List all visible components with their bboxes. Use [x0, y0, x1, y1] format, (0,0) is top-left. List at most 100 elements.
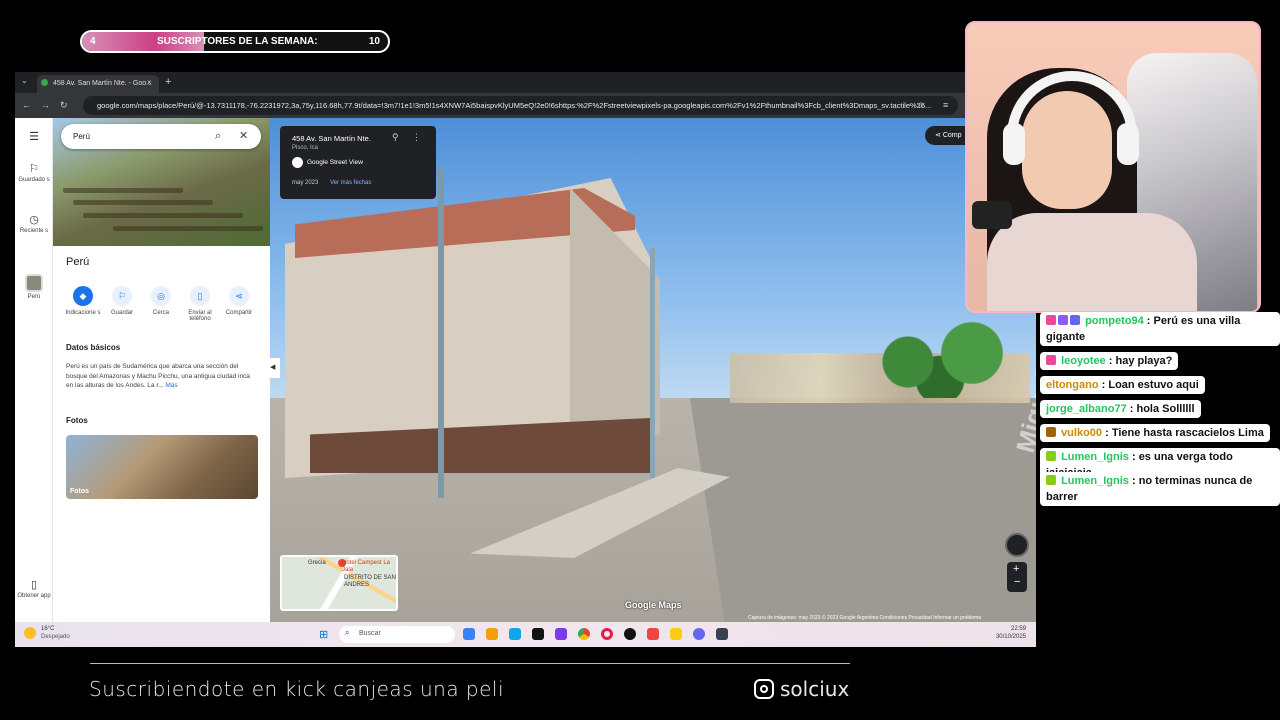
save-button[interactable]: ⚐ Guardar [102, 286, 142, 316]
bookmark-icon: ⚐ [29, 163, 39, 175]
yellow-app-icon[interactable] [670, 628, 682, 640]
instagram-icon [754, 679, 774, 699]
chrome-icon[interactable] [578, 628, 590, 640]
tab-strip: ⌄ 458 Av. San Martín Nte. - Goo... × + [15, 72, 1036, 93]
extensions-icon[interactable]: ≡ [943, 100, 948, 110]
share-label: Compartir [225, 310, 253, 316]
peru-thumb-icon [25, 274, 43, 292]
nearby-button[interactable]: ◎ Cerca [141, 286, 181, 316]
zoom-in-button[interactable]: + [1013, 563, 1019, 575]
trees [860, 308, 1020, 398]
chat-message: pompeto94 : Perú es una villa gigante [1040, 312, 1280, 346]
photos-card[interactable]: Fotos [66, 435, 258, 499]
game-icon[interactable] [624, 628, 636, 640]
place-title: Perú [66, 256, 90, 268]
discord-icon[interactable] [693, 628, 705, 640]
share-icon: ⋖ [935, 132, 943, 139]
zoom-out-button[interactable]: − [1014, 576, 1020, 588]
street-view-source: Google Street View [307, 159, 363, 166]
youtube-icon[interactable] [647, 628, 659, 640]
utility-pole [438, 168, 444, 498]
back-icon[interactable]: ← [22, 100, 31, 110]
chat-message: eltongano : Loan estuvo aqui [1040, 376, 1205, 394]
photos-caption: Fotos [70, 488, 90, 495]
clock-date[interactable]: 30/10/2025 [990, 634, 1026, 640]
street-view[interactable]: Miguel Grau 458 Av. San Martín Nte. Pisc… [270, 118, 1036, 622]
tab-close-icon[interactable]: × [147, 78, 152, 87]
chat-username: pompeto94 [1085, 315, 1144, 327]
tab-search-icon[interactable]: ⌄ [21, 76, 28, 85]
share-button[interactable]: ⋖ Compartir [219, 286, 259, 316]
chat-username: jorge_albano77 [1046, 403, 1127, 415]
road [690, 398, 1036, 622]
chat-message: leoyotee : hay playa? [1040, 352, 1179, 370]
chat-overlay: pompeto94 : Perú es una villa gigante le… [1040, 312, 1280, 512]
opera-icon[interactable] [601, 628, 613, 640]
windows-start-icon[interactable]: ⊞ [319, 628, 328, 641]
rail-peru[interactable]: Perú [15, 274, 53, 300]
mini-map[interactable]: Grecia Hotel Campest La Jala DISTRITO DE… [280, 555, 398, 611]
instagram-handle: solciux [780, 677, 850, 701]
directions-label: Indicacione s [65, 310, 101, 316]
purple-app-icon[interactable] [555, 628, 567, 640]
sub-goal-start: 4 [90, 36, 96, 47]
menu-icon: ☰ [29, 131, 39, 143]
google-maps-watermark: Google Maps [625, 600, 682, 610]
menu-button[interactable]: ☰ [15, 130, 53, 145]
sub-goal-target: 10 [368, 36, 380, 47]
zoom-control: + − [1007, 562, 1027, 592]
taskbar-search[interactable]: Buscar [339, 626, 455, 643]
maps-rail: ☰ ⚐ Guardado s ◷ Reciente s Perú ▯ Obtener … [15, 118, 53, 622]
bookmark-star-icon[interactable]: ☆ [917, 100, 925, 111]
directions-button[interactable]: ◆ Indicacione s [63, 286, 103, 316]
file-explorer-icon[interactable] [463, 628, 475, 640]
collapse-panel-button[interactable]: ◀ [270, 358, 280, 378]
chat-username: leoyotee [1061, 355, 1106, 367]
basic-info-body: Perú es un país de Sudamérica que abarca… [66, 363, 250, 389]
tiktok-icon[interactable] [532, 628, 544, 640]
rail-recent[interactable]: ◷ Reciente s [15, 213, 53, 234]
mini-map-label: DISTRITO DE SAN ANDRES [344, 575, 396, 588]
compass-icon[interactable] [1005, 533, 1029, 557]
folder-icon[interactable] [486, 628, 498, 640]
search-icon[interactable]: ⌕ [215, 130, 221, 143]
rail-saved-label: Guardado s [18, 177, 50, 183]
sub-goal-label: SUSCRIPTORES DE LA SEMANA: [157, 36, 318, 47]
address-bar[interactable]: google.com/maps/place/Perú/@-13.7311178,… [83, 96, 958, 115]
search-input[interactable]: Perú [61, 124, 261, 149]
store-icon[interactable] [509, 628, 521, 640]
gift-badge-icon [1058, 315, 1068, 325]
nearby-label: Cerca [152, 310, 169, 316]
chat-text: Tiene hasta rascacielos Lima [1111, 427, 1264, 439]
windows-taskbar: 16°C Despejado ⊞ Buscar ⌕ 22:59 30/10/20… [15, 622, 1036, 647]
streamer-body [987, 213, 1197, 311]
chat-message: Lumen_Ignis : no terminas nunca de barre… [1040, 472, 1280, 506]
more-vert-icon[interactable]: ⋮ [412, 132, 421, 143]
new-tab-button[interactable]: + [165, 76, 171, 88]
reload-icon[interactable]: ↻ [60, 100, 68, 111]
place-panel: Perú ⌕ ✕ Perú ◆ Indicacione s ⚐ Guardar ◎ C… [53, 118, 270, 622]
footer-text: Suscribiendote en kick canjeas una peli [89, 677, 505, 701]
more-dates-link[interactable]: Ver más fechas [330, 180, 371, 186]
rail-recent-label: Reciente s [19, 228, 49, 234]
maps-favicon-icon [41, 79, 48, 86]
send-to-phone-button[interactable]: ▯ Enviar al teléfono [180, 286, 220, 322]
browser-window: ⌄ 458 Av. San Martín Nte. - Goo... × + ←… [15, 72, 1036, 647]
clock-time[interactable]: 22:59 [990, 626, 1026, 632]
location-pin-icon[interactable]: ⚲ [392, 132, 399, 143]
webcam-frame [965, 21, 1261, 313]
weather-moon-icon[interactable] [24, 627, 36, 639]
save-icon: ⚐ [112, 286, 132, 306]
dark-app-icon[interactable] [716, 628, 728, 640]
rail-saved[interactable]: ⚐ Guardado s [15, 162, 53, 183]
street-view-info-card: 458 Av. San Martín Nte. Pisco, Ica Googl… [280, 126, 436, 199]
chat-message: jorge_albano77 : hola Sollllll [1040, 400, 1201, 418]
close-icon[interactable]: ✕ [239, 129, 248, 142]
capture-date: may 2023 [292, 180, 319, 186]
browser-tab[interactable]: 458 Av. San Martín Nte. - Goo... [37, 75, 159, 93]
forward-icon[interactable]: → [41, 100, 50, 110]
street-share-label: Comp [942, 132, 962, 139]
more-link[interactable]: Más [165, 382, 177, 389]
rail-get-app[interactable]: ▯ Obtener app [15, 578, 53, 599]
copyright-footer: Captura de imágenes: may 2023 © 2023 Goo… [748, 615, 981, 621]
